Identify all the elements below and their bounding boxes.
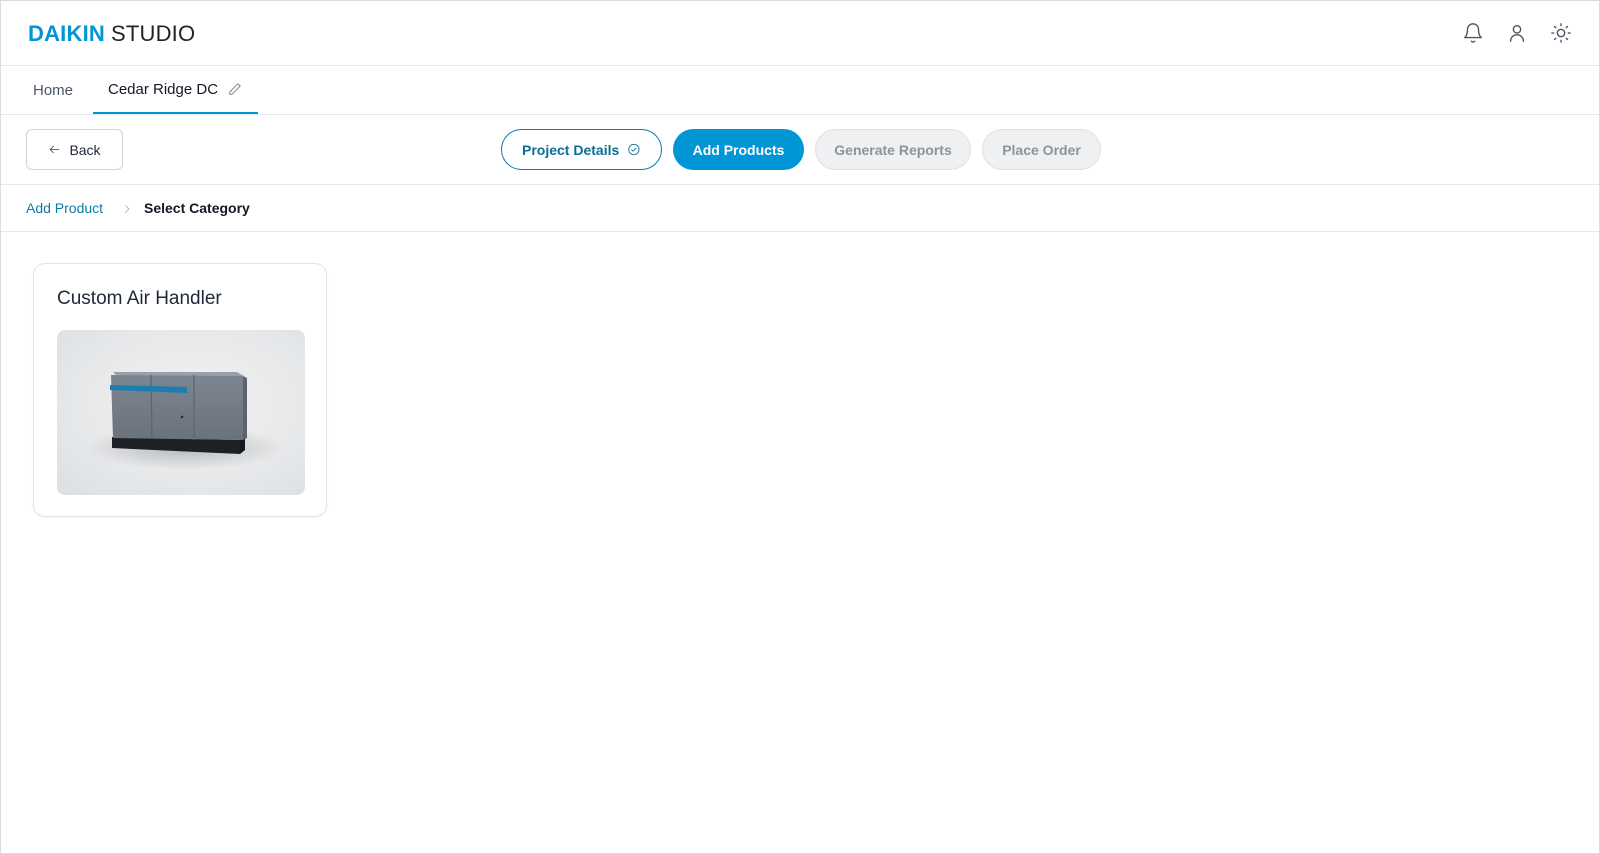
step-toolbar: Back Project Details Add Products Genera… [1,115,1599,185]
tab-project-label: Cedar Ridge DC [108,80,219,98]
product-card-title: Custom Air Handler [57,288,222,309]
app-window: DAIKIN STUDIO Home Cedar Ridge DC Back P… [0,0,1600,854]
progress-steps: Project Details Add Products Generate Re… [501,129,1101,170]
brand-secondary: STUDIO [110,21,196,46]
breadcrumb-add-product[interactable]: Add Product [26,200,103,216]
back-button-label: Back [69,141,101,158]
top-header: DAIKIN STUDIO [1,1,1599,66]
step-generate-reports-label: Generate Reports [834,141,952,158]
step-project-details[interactable]: Project Details [501,129,662,170]
tab-home-label: Home [33,81,74,99]
step-project-details-label: Project Details [522,141,620,158]
brand-primary: DAIKIN [28,21,105,46]
arrow-left-icon [50,145,60,154]
bell-icon[interactable] [1461,21,1485,45]
step-add-products-label: Add Products [692,141,785,158]
breadcrumb-current: Select Category [144,200,250,216]
air-handler-illustration [57,330,305,495]
brand-logo[interactable]: DAIKIN STUDIO [28,21,195,47]
user-icon[interactable] [1505,21,1529,45]
step-generate-reports[interactable]: Generate Reports [815,129,971,170]
product-card-custom-air-handler[interactable]: Custom Air Handler [33,263,327,517]
step-place-order-label: Place Order [1002,141,1081,158]
project-tabs: Home Cedar Ridge DC [1,66,1599,115]
sun-icon[interactable] [1549,21,1573,45]
step-place-order[interactable]: Place Order [982,129,1101,170]
chevron-right-icon [121,202,133,214]
step-add-products[interactable]: Add Products [673,129,804,170]
pencil-icon[interactable] [228,82,242,96]
tab-home[interactable]: Home [33,66,73,114]
check-circle-icon [628,143,640,156]
header-actions [1461,21,1573,45]
back-button[interactable]: Back [26,129,123,170]
tab-project[interactable]: Cedar Ridge DC [93,66,259,114]
breadcrumb: Add Product Select Category [1,185,1599,232]
